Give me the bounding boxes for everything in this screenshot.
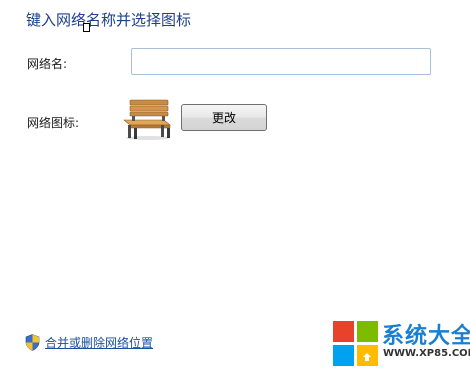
network-name-input[interactable] <box>131 48 431 75</box>
network-icon-label: 网络图标: <box>27 116 80 130</box>
text-cursor-icon <box>83 23 90 32</box>
park-bench-icon <box>123 99 171 140</box>
set-network-location-page: 键入网络名称并选择图标 网络名: 网络图标: 更改 合并或删除网络位置 系统大全… <box>0 0 470 368</box>
change-icon-button[interactable]: 更改 <box>181 104 267 131</box>
merge-delete-locations-link[interactable]: 合并或删除网络位置 <box>25 334 153 351</box>
watermark-title: 系统大全 <box>382 324 470 349</box>
site-watermark: 系统大全 WWW.XP85.COM <box>333 319 470 367</box>
watermark-url: WWW.XP85.COM <box>383 348 470 359</box>
network-name-label: 网络名: <box>27 57 68 71</box>
merge-delete-locations-label: 合并或删除网络位置 <box>45 336 154 350</box>
uac-shield-icon <box>25 334 40 351</box>
windows-flag-logo-icon <box>333 321 378 366</box>
page-heading: 键入网络名称并选择图标 <box>26 11 192 29</box>
